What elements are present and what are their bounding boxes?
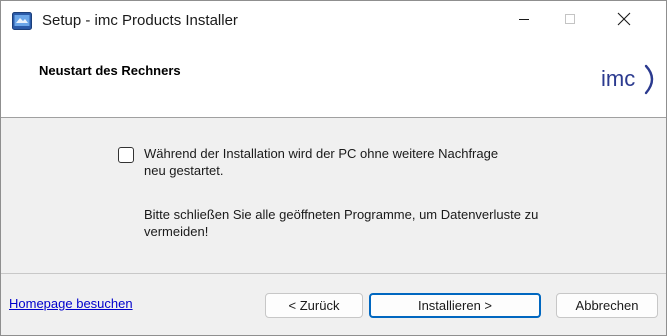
restart-text-line2: neu gestartet.: [144, 163, 224, 178]
maximize-button[interactable]: [547, 1, 593, 41]
installer-window: Setup - imc Products Installer Neustart …: [0, 0, 667, 336]
restart-text-line1: Während der Installation wird der PC ohn…: [144, 146, 499, 161]
page-title: Neustart des Rechners: [39, 63, 181, 78]
maximize-icon: [564, 12, 576, 30]
title-bar: Setup - imc Products Installer: [1, 1, 666, 41]
button-bar: Homepage besuchen < Zurück Installieren …: [1, 273, 666, 335]
installer-app-icon: [12, 12, 32, 30]
restart-checkbox[interactable]: [118, 147, 134, 163]
imc-logo-text: imc: [601, 66, 635, 91]
close-programs-line1: Bitte schließen Sie alle geöffneten Prog…: [144, 207, 539, 222]
install-button[interactable]: Installieren >: [369, 293, 541, 318]
page-header: Neustart des Rechners imc: [1, 41, 666, 118]
close-button[interactable]: [601, 1, 647, 41]
restart-checkbox-label: Während der Installation wird der PC ohn…: [144, 145, 594, 179]
close-programs-notice: Bitte schließen Sie alle geöffneten Prog…: [144, 206, 604, 240]
minimize-button[interactable]: [501, 1, 547, 41]
imc-logo: imc: [600, 61, 662, 102]
homepage-link[interactable]: Homepage besuchen: [9, 296, 133, 311]
cancel-button[interactable]: Abbrechen: [556, 293, 658, 318]
back-button[interactable]: < Zurück: [265, 293, 363, 318]
minimize-icon: [518, 12, 530, 30]
close-icon: [617, 12, 631, 31]
close-programs-line2: vermeiden!: [144, 224, 209, 239]
main-content: Während der Installation wird der PC ohn…: [1, 118, 666, 272]
window-title: Setup - imc Products Installer: [42, 12, 238, 29]
